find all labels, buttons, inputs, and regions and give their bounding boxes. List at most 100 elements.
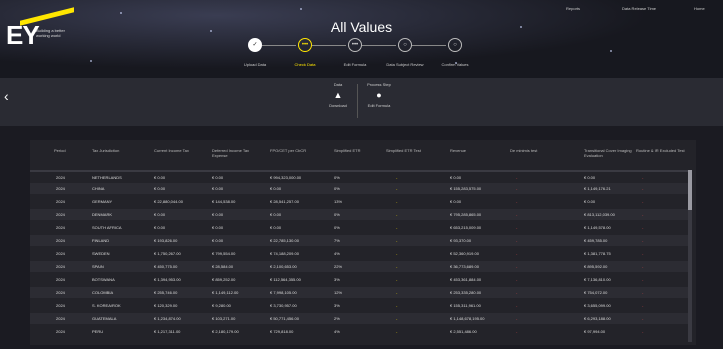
table-row[interactable]: 2024 DENMARK € 0.00 € 0.00 € 0.00 0% - € 795,28… bbox=[30, 209, 690, 220]
topnav-data-release[interactable]: Data Release Time bbox=[622, 6, 656, 11]
table-cell: 2024 bbox=[56, 316, 65, 321]
star-decoration bbox=[300, 8, 302, 10]
table-cell: - bbox=[642, 212, 644, 217]
back-chevron-icon[interactable]: ‹ bbox=[4, 88, 9, 104]
column-header[interactable]: Current Income Tax bbox=[154, 148, 189, 153]
tool-label: Download bbox=[329, 103, 347, 108]
table-cell: - bbox=[642, 303, 644, 308]
table-cell: - bbox=[396, 175, 398, 180]
table-cell: 2024 bbox=[56, 199, 65, 204]
column-header[interactable]: FPO/CET per CbCR bbox=[270, 148, 306, 153]
table-cell: 4% bbox=[334, 251, 340, 256]
table-row[interactable]: 2024 SWEDEN € 1,750,267.00 € 799,554.00 € 74… bbox=[30, 248, 690, 259]
table-row[interactable]: 2024 COLOMBIA € 255,746.00 € 1,149,112.00 € … bbox=[30, 287, 690, 298]
table-cell: 22% bbox=[334, 264, 343, 269]
column-header[interactable]: Simplified ETR bbox=[334, 148, 360, 153]
scrollbar-thumb[interactable] bbox=[688, 170, 692, 210]
table-row[interactable]: 2024 BOTSWANA € 1,394,953.00 € 859,252.00 € … bbox=[30, 274, 690, 285]
table-row[interactable]: 2024 SPAIN € 450,775.00 € 28,584.00 € 2,100,… bbox=[30, 261, 690, 272]
table-cell: € 6,293,188.00 bbox=[584, 316, 611, 321]
table-cell: € 0.00 bbox=[212, 186, 224, 191]
table-cell: - bbox=[642, 290, 644, 295]
process-stepper: ✓ ••• ••• ○ ○ Upload Data Check Data Edi… bbox=[240, 38, 480, 68]
column-header[interactable]: Transitional Cover Imaging Evaluation bbox=[584, 148, 632, 158]
table-cell: NETHERLANDS bbox=[92, 175, 122, 180]
table-cell: € 193,826.00 bbox=[154, 238, 178, 243]
column-header[interactable]: Revenue bbox=[450, 148, 466, 153]
step-confirm-values[interactable]: ○ bbox=[448, 38, 462, 52]
table-cell: € 0.00 bbox=[154, 186, 166, 191]
table-cell: 0% bbox=[334, 225, 340, 230]
table-cell: € 74,188,209.00 bbox=[270, 251, 299, 256]
table-row[interactable]: 2024 SOUTH AFRICA € 0.00 € 0.00 € 0.00 0% - € 6… bbox=[30, 222, 690, 233]
table-cell: € 253,335,280.00 bbox=[450, 290, 482, 295]
table-cell: 12% bbox=[334, 290, 343, 295]
column-header[interactable]: Routine & IR Excluded Test bbox=[636, 148, 686, 153]
table-cell: € 1,148,678,195.00 bbox=[450, 316, 485, 321]
table-cell: € 0.00 bbox=[212, 175, 224, 180]
step-connector bbox=[312, 45, 346, 46]
step-edit-formula[interactable]: ••• bbox=[348, 38, 362, 52]
table-row[interactable]: 2024 GUATEMALA € 1,234,874.00 € 103,271.00 €… bbox=[30, 313, 690, 324]
table-cell: € 2,100,653.00 bbox=[270, 264, 297, 269]
table-cell: 4% bbox=[334, 329, 340, 334]
column-header[interactable]: Tax Jurisdiction bbox=[92, 148, 119, 153]
table-cell: 2024 bbox=[56, 264, 65, 269]
column-header[interactable]: Simplified ETR Test bbox=[386, 148, 421, 153]
table-cell: - bbox=[396, 277, 398, 282]
table-cell: - bbox=[396, 290, 398, 295]
table-cell: € 0.00 bbox=[270, 186, 282, 191]
table-cell: SWEDEN bbox=[92, 251, 110, 256]
step-data-subject-review[interactable]: ○ bbox=[398, 38, 412, 52]
table-cell: € 3,730,957.00 bbox=[270, 303, 297, 308]
step-upload-data[interactable]: ✓ bbox=[248, 38, 262, 52]
table-row[interactable]: 2024 FINLAND € 193,826.00 € 0.00 € 22,785,13… bbox=[30, 235, 690, 246]
table-cell: - bbox=[396, 316, 398, 321]
step-label: Edit Formula bbox=[343, 62, 367, 67]
table-cell: € 1,217,311.00 bbox=[154, 329, 181, 334]
table-cell: GUATEMALA bbox=[92, 316, 117, 321]
table-row[interactable]: 2024 GERMANY € 22,880,044.00 € 144,538.00 € … bbox=[30, 196, 690, 207]
table-cell: PERU bbox=[92, 329, 104, 334]
table-cell: - bbox=[642, 251, 644, 256]
table-cell: € 0.00 bbox=[584, 175, 596, 180]
table-cell: - bbox=[516, 225, 518, 230]
step-connector bbox=[412, 45, 446, 46]
step-check-data[interactable]: ••• bbox=[298, 38, 312, 52]
edit-formula-button[interactable]: Process Step ● Edit Formula bbox=[362, 82, 396, 108]
table-row[interactable]: 2024 S. KOREA/ROK € 120,329.00 € 9,280.00 € … bbox=[30, 300, 690, 311]
topnav-reports[interactable]: Reports bbox=[566, 6, 580, 11]
table-cell: € 653,215,009.00 bbox=[450, 225, 482, 230]
table-cell: € 36,773,689.00 bbox=[450, 264, 479, 269]
table-cell: € 9,280.00 bbox=[212, 303, 231, 308]
table-cell: € 50,771,456.00 bbox=[270, 316, 299, 321]
download-button[interactable]: Data ▲ Download bbox=[325, 82, 351, 108]
column-header[interactable]: De minimis test bbox=[510, 148, 537, 153]
table-cell: € 1,234,874.00 bbox=[154, 316, 181, 321]
step-connector bbox=[262, 45, 296, 46]
table-cell: - bbox=[516, 186, 518, 191]
table-cell: - bbox=[396, 329, 398, 334]
table-row[interactable]: 2024 PERU € 1,217,311.00 € 2,180,179.00 € 72… bbox=[30, 326, 690, 337]
column-header[interactable]: Period bbox=[54, 148, 66, 153]
step-connector bbox=[362, 45, 396, 46]
topnav-home[interactable]: Home bbox=[694, 6, 705, 11]
table-cell: € 255,746.00 bbox=[154, 290, 178, 295]
table-cell: COLOMBIA bbox=[92, 290, 114, 295]
table-cell: € 7,136,810.00 bbox=[584, 277, 611, 282]
table-row[interactable]: 2024 CHINA € 0.00 € 0.00 € 0.00 0% - € 155,283,… bbox=[30, 183, 690, 194]
table-cell: € 2,551,486.00 bbox=[450, 329, 477, 334]
star-decoration bbox=[90, 60, 92, 62]
table-cell: - bbox=[642, 175, 644, 180]
page-title: All Values bbox=[330, 19, 393, 35]
table-cell: € 1,149,176.21 bbox=[584, 186, 611, 191]
table-cell: € 0.00 bbox=[212, 238, 224, 243]
table-cell: SOUTH AFRICA bbox=[92, 225, 122, 230]
table-cell: € 795,285,865.00 bbox=[450, 212, 482, 217]
table-row[interactable]: 2024 NETHERLANDS € 0.00 € 0.00 € 994,323,000… bbox=[30, 170, 690, 183]
column-header[interactable]: Deferred Income Tax Expense bbox=[212, 148, 262, 158]
table-scrollbar[interactable] bbox=[688, 170, 692, 342]
table-cell: € 7,998,105.00 bbox=[270, 290, 297, 295]
table-cell: € 895,592.00 bbox=[584, 264, 608, 269]
table-cell: € 450,775.00 bbox=[154, 264, 178, 269]
